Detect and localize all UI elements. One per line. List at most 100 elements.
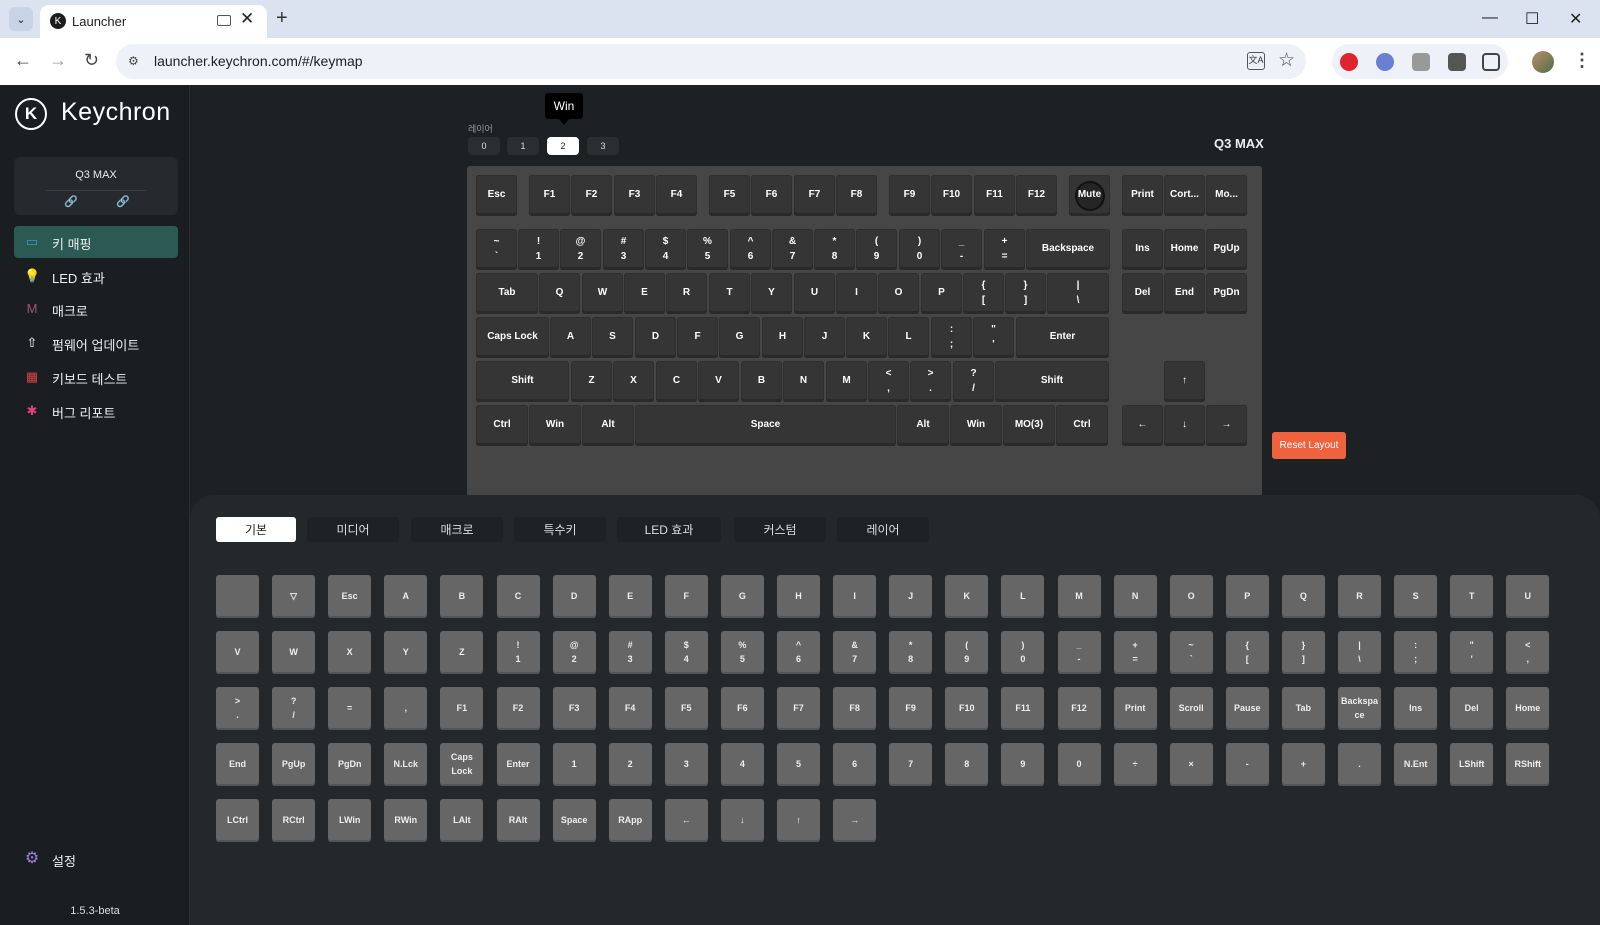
keycode-key[interactable]: + bbox=[1281, 743, 1325, 786]
keyboard-key[interactable]: F4 bbox=[656, 175, 697, 216]
keycode-key[interactable]: % 5 bbox=[720, 631, 764, 674]
keyboard-key[interactable]: W bbox=[582, 273, 623, 314]
keyboard-key[interactable]: F6 bbox=[751, 175, 792, 216]
keyboard-key[interactable]: Mo... bbox=[1206, 175, 1247, 216]
keyboard-key[interactable]: K bbox=[846, 317, 887, 358]
keyboard-key[interactable]: F9 bbox=[889, 175, 930, 216]
category-tab[interactable]: LED 효과 bbox=[617, 517, 721, 542]
globe-extension-icon[interactable] bbox=[1376, 53, 1394, 71]
keycode-key[interactable]: F12 bbox=[1057, 687, 1101, 730]
keyboard-key[interactable]: F8 bbox=[836, 175, 877, 216]
keycode-key[interactable]: LAlt bbox=[440, 799, 484, 842]
keycode-key[interactable]: Space bbox=[552, 799, 596, 842]
tab-list-button[interactable]: ⌄ bbox=[9, 7, 33, 31]
keycode-key[interactable]: ↓ bbox=[720, 799, 764, 842]
keycode-key[interactable]: 3 bbox=[664, 743, 708, 786]
keycode-key[interactable]: 8 bbox=[945, 743, 989, 786]
keycode-key[interactable]: _ - bbox=[1057, 631, 1101, 674]
keycode-key[interactable]: | \ bbox=[1338, 631, 1381, 674]
keyboard-key[interactable]: M bbox=[826, 361, 867, 402]
keyboard-key[interactable]: Shift bbox=[995, 361, 1109, 402]
keyboard-key[interactable]: | \ bbox=[1047, 273, 1109, 314]
keyboard-key[interactable]: MO(3) bbox=[1003, 405, 1055, 446]
keyboard-key[interactable]: G bbox=[719, 317, 760, 358]
keyboard-key[interactable]: :; bbox=[931, 317, 972, 358]
keycode-key[interactable]: & 7 bbox=[833, 631, 877, 674]
keyboard-key[interactable]: S bbox=[592, 317, 633, 358]
keyboard-key[interactable]: >. bbox=[910, 361, 951, 402]
keycode-key[interactable]: >. bbox=[216, 687, 259, 730]
keycode-key[interactable]: Y bbox=[384, 631, 428, 674]
keycode-key[interactable]: → bbox=[833, 799, 877, 842]
keyboard-key[interactable]: Esc bbox=[476, 175, 517, 216]
keycode-key[interactable]: , bbox=[384, 687, 428, 730]
keyboard-key[interactable]: X bbox=[613, 361, 654, 402]
keycode-key[interactable]: N.Ent bbox=[1394, 743, 1438, 786]
keycode-key[interactable]: 4 bbox=[720, 743, 764, 786]
keycode-key[interactable]: RApp bbox=[608, 799, 652, 842]
photo-extension-icon[interactable] bbox=[1448, 53, 1466, 71]
keycode-key[interactable]: I bbox=[833, 575, 877, 618]
keycode-key[interactable]: $4 bbox=[664, 631, 708, 674]
layer-button[interactable]: 0 bbox=[468, 137, 500, 155]
keyboard-key[interactable]: PgUp bbox=[1206, 229, 1247, 270]
keycode-key[interactable]: * 8 bbox=[889, 631, 933, 674]
keycode-key[interactable]: C bbox=[496, 575, 540, 618]
keycode-key[interactable]: 6 bbox=[833, 743, 877, 786]
keyboard-key[interactable]: F2 bbox=[571, 175, 612, 216]
keyboard-key[interactable]: Ctrl bbox=[476, 405, 528, 446]
keyboard-key[interactable]: Cort... bbox=[1164, 175, 1205, 216]
close-window-button[interactable]: ✕ bbox=[1569, 9, 1582, 29]
keycode-key[interactable]: . bbox=[1338, 743, 1381, 786]
keyboard-key[interactable]: % 5 bbox=[687, 229, 728, 270]
keyboard-key[interactable]: ← bbox=[1122, 405, 1163, 446]
keyboard-key[interactable]: Print bbox=[1122, 175, 1163, 216]
sidebar-item[interactable]: ⇧ 펌웨어 업데이트 bbox=[14, 327, 178, 359]
keyboard-key[interactable]: <, bbox=[868, 361, 909, 402]
keyboard-key[interactable]: I bbox=[836, 273, 877, 314]
keycode-key[interactable]: ? / bbox=[272, 687, 316, 730]
keycode-key[interactable]: P bbox=[1225, 575, 1269, 618]
keyboard-key[interactable]: End bbox=[1164, 273, 1205, 314]
category-tab[interactable]: 기본 bbox=[216, 517, 296, 542]
keycode-key[interactable]: Backspa ce bbox=[1338, 687, 1381, 730]
keycode-key[interactable]: F7 bbox=[777, 687, 820, 730]
keyboard-key[interactable]: U bbox=[794, 273, 835, 314]
keycode-key[interactable]: H bbox=[777, 575, 820, 618]
keycode-key[interactable]: #3 bbox=[608, 631, 652, 674]
keycode-key[interactable]: Esc bbox=[328, 575, 372, 618]
keyboard-key[interactable]: @2 bbox=[560, 229, 601, 270]
keyboard-key[interactable]: Alt bbox=[897, 405, 949, 446]
keycode-key[interactable]: End bbox=[216, 743, 259, 786]
keycode-key[interactable]: Home bbox=[1506, 687, 1550, 730]
keycode-key[interactable]: :; bbox=[1394, 631, 1438, 674]
keyboard-key[interactable]: → bbox=[1206, 405, 1247, 446]
keycode-key[interactable]: {[ bbox=[1225, 631, 1269, 674]
keyboard-key[interactable]: Mute bbox=[1069, 175, 1110, 216]
keyboard-key[interactable]: F bbox=[677, 317, 718, 358]
keycode-key[interactable]: 1 bbox=[552, 743, 596, 786]
keycode-key[interactable]: ▽ bbox=[272, 575, 316, 618]
screenshot-icon[interactable] bbox=[217, 15, 231, 26]
keycode-key[interactable]: S bbox=[1394, 575, 1438, 618]
keyboard-key[interactable]: $4 bbox=[645, 229, 686, 270]
keycode-key[interactable]: Pause bbox=[1225, 687, 1269, 730]
layer-button[interactable]: 3 bbox=[587, 137, 619, 155]
keyboard-key[interactable]: Backspace bbox=[1026, 229, 1110, 270]
sidebar-item[interactable]: 💡 LED 효과 bbox=[14, 260, 178, 292]
keycode-key[interactable]: Scroll bbox=[1169, 687, 1213, 730]
minimize-button[interactable]: — bbox=[1482, 9, 1498, 27]
keyboard-key[interactable]: F11 bbox=[974, 175, 1015, 216]
keycode-key[interactable]: PgDn bbox=[328, 743, 372, 786]
keycode-key[interactable]: ~ ` bbox=[1169, 631, 1213, 674]
close-tab-icon[interactable]: ✕ bbox=[240, 9, 254, 29]
category-tab[interactable]: 미디어 bbox=[307, 517, 399, 542]
keycode-key[interactable]: Z bbox=[440, 631, 484, 674]
device-card[interactable]: Q3 MAX 🔗 🔗 bbox=[14, 157, 178, 215]
category-tab[interactable]: 특수키 bbox=[514, 517, 606, 542]
keycode-key[interactable]: Ins bbox=[1394, 687, 1438, 730]
category-tab[interactable]: 레이어 bbox=[837, 517, 929, 542]
keycode-key[interactable]: Del bbox=[1450, 687, 1494, 730]
keyboard-key[interactable]: * 8 bbox=[814, 229, 855, 270]
keycode-key[interactable] bbox=[216, 575, 259, 618]
